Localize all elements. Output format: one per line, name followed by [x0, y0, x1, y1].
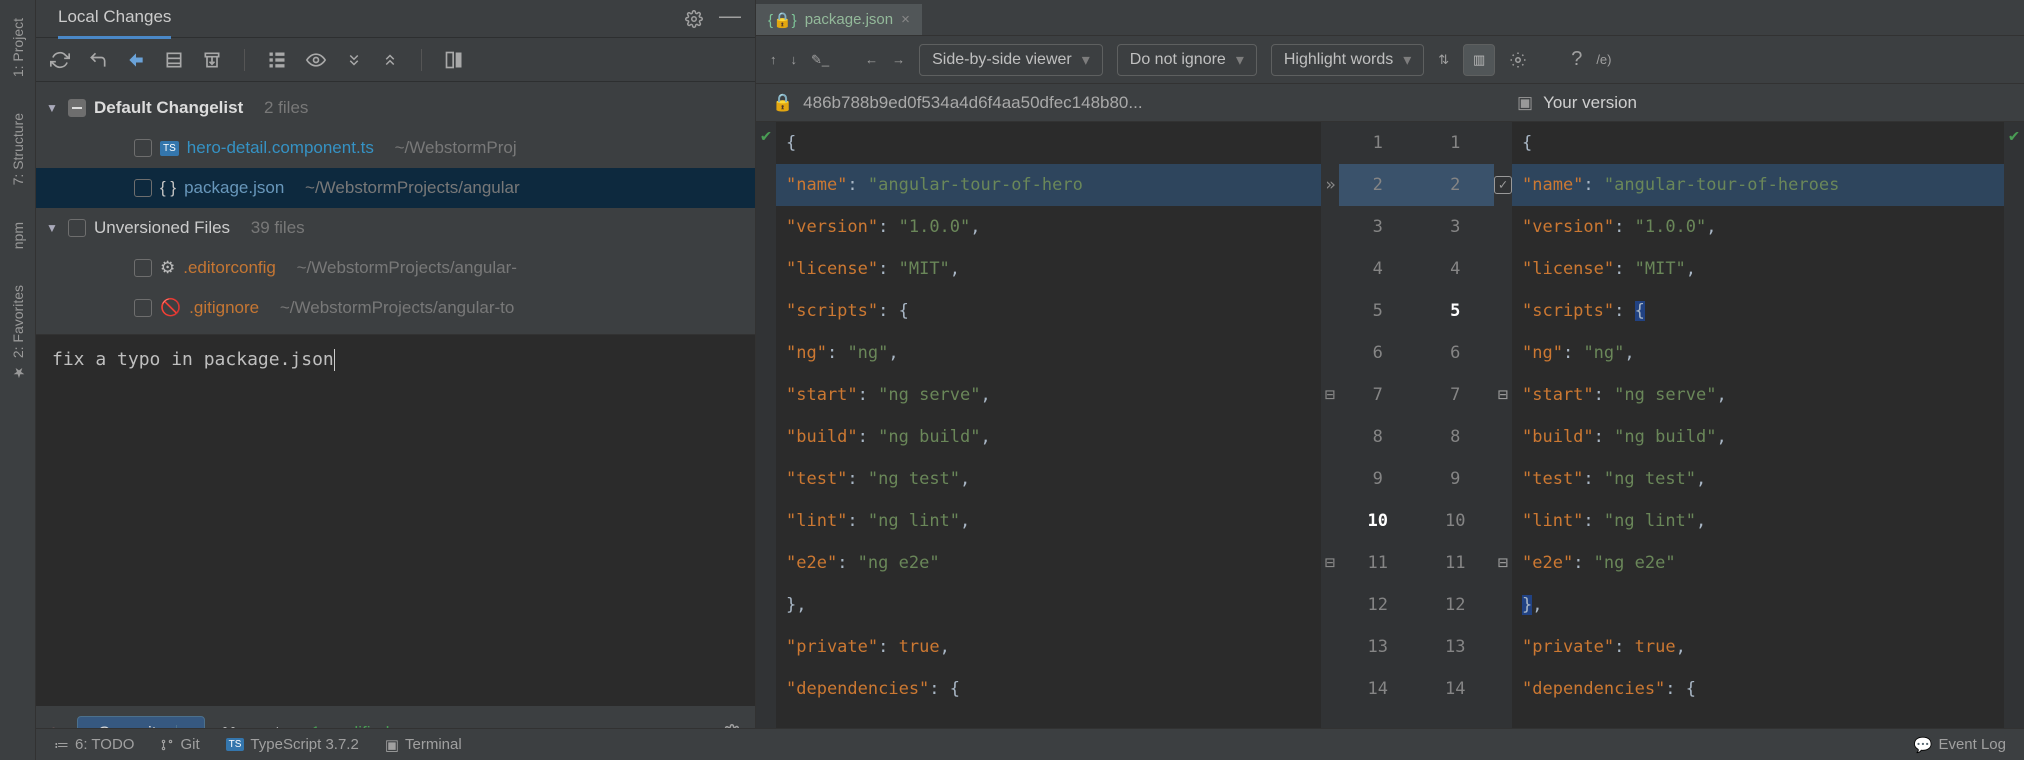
view-icon[interactable] [305, 50, 327, 70]
ignore-file-icon: 🚫 [160, 298, 181, 318]
fold-marker-icon[interactable]: ⊟ [1494, 374, 1512, 416]
vcs-tab-local-changes[interactable]: Local Changes [58, 0, 171, 39]
viewer-mode-select[interactable]: Side-by-side viewer▾ [919, 44, 1103, 76]
tree-file-hero-detail[interactable]: TS hero-detail.component.ts ~/WebstormPr… [36, 128, 755, 168]
expand-icon[interactable] [345, 51, 363, 69]
editor-tabs: {🔒} package.json × [756, 0, 2024, 36]
rollback-icon[interactable] [88, 50, 108, 70]
diff-header-left: 🔒 486b788b9ed0f534a4d6f4aa50dfec148b80..… [756, 84, 1501, 121]
left-inspection-strip: ✔ [756, 122, 776, 760]
tab-package-json[interactable]: {🔒} package.json × [756, 3, 922, 35]
edit-source-icon[interactable]: ✎_ [811, 52, 829, 68]
fold-marker-icon[interactable]: ⊟ [1321, 374, 1339, 416]
changelist-icon[interactable] [164, 50, 184, 70]
status-todo[interactable]: ≔ 6: TODO [54, 736, 134, 754]
vcs-header: Local Changes — [36, 0, 755, 38]
tree-file-gitignore[interactable]: 🚫 .gitignore ~/WebstormProjects/angular-… [36, 288, 755, 328]
sync-scroll-icon[interactable]: ▥ [1463, 44, 1495, 76]
vcs-toolbar [36, 38, 755, 82]
settings-icon[interactable] [1509, 51, 1527, 69]
preview-toggle-icon[interactable] [444, 50, 464, 70]
tree-node-unversioned[interactable]: ▼ Unversioned Files 39 files [36, 208, 755, 248]
diff-icon[interactable] [126, 50, 146, 70]
group-icon[interactable] [267, 50, 287, 70]
status-terminal[interactable]: ▣ Terminal [385, 736, 462, 754]
rail-favorites[interactable]: ★ 2: Favorites [10, 277, 26, 388]
checkbox-icon[interactable] [134, 259, 152, 277]
commit-message-input[interactable]: fix a typo in package.json [36, 334, 755, 706]
tree-file-editorconfig[interactable]: ⚙ .editorconfig ~/WebstormProjects/angul… [36, 248, 755, 288]
diff-body: ✔ { "name": "angular-tour-of-hero "versi… [756, 122, 2024, 760]
right-inspection-strip: ✔ [2004, 122, 2024, 760]
rail-npm[interactable]: npm [10, 214, 26, 257]
diff-left-code[interactable]: { "name": "angular-tour-of-hero "version… [776, 122, 1321, 760]
tree-file-package-json[interactable]: { } package.json ~/WebstormProjects/angu… [36, 168, 755, 208]
collapse-unchanged-icon[interactable]: ⇅ [1438, 52, 1449, 68]
prev-diff-icon[interactable]: ↑ [770, 52, 777, 67]
fold-marker-icon[interactable]: ⊟ [1321, 542, 1339, 584]
help-icon[interactable]: ? [1571, 48, 1582, 71]
refresh-icon[interactable] [50, 50, 70, 70]
tree-node-default-changelist[interactable]: ▼ Default Changelist 2 files [36, 88, 755, 128]
diff-header-right: ▣ Your version [1501, 84, 2024, 121]
ts-file-icon: TS [160, 141, 179, 156]
left-tool-rail: 1: Project 7: Structure npm ★ 2: Favorit… [0, 0, 36, 760]
fold-marker-icon[interactable]: ⊟ [1494, 542, 1512, 584]
checkbox-icon[interactable] [134, 139, 152, 157]
revert-change-icon[interactable]: ✓ [1494, 176, 1512, 194]
apply-right-icon[interactable]: » [1325, 175, 1334, 195]
collapse-icon[interactable] [381, 51, 399, 69]
status-git[interactable]: Git [160, 736, 199, 753]
vcs-tree: ▼ Default Changelist 2 files TS hero-det… [36, 82, 755, 334]
checkbox-icon[interactable] [68, 219, 86, 237]
ok-status-icon: ✔ [761, 126, 771, 146]
left-fold-strip: » ⊟ ⊟ [1321, 122, 1339, 760]
rail-structure[interactable]: 7: Structure [10, 105, 26, 193]
help-suffix-label: /e) [1596, 52, 1611, 67]
checkbox-partial-icon[interactable] [68, 99, 86, 117]
gear-file-icon: ⚙ [160, 258, 175, 278]
shelf-icon[interactable] [202, 50, 222, 70]
diff-center-gutter: 1 2 3 4 5 6 7 8 9 10 11 12 13 14 1 2 3 4… [1339, 122, 1494, 760]
diff-toolbar: ↑ ↓ ✎_ ← → Side-by-side viewer▾ Do not i… [756, 36, 2024, 84]
close-tab-icon[interactable]: × [901, 11, 910, 28]
status-typescript[interactable]: TS TypeScript 3.7.2 [226, 736, 359, 753]
back-icon[interactable]: ← [865, 52, 878, 67]
editor-pane: {🔒} package.json × ↑ ↓ ✎_ ← → Side-by-si… [756, 0, 2024, 760]
diff-header: 🔒 486b788b9ed0f534a4d6f4aa50dfec148b80..… [756, 84, 2024, 122]
highlight-select[interactable]: Highlight words▾ [1271, 44, 1424, 76]
revert-strip: ✓ ⊟ ⊟ [1494, 122, 1512, 760]
forward-icon[interactable]: → [892, 52, 905, 67]
lock-icon: 🔒 [772, 93, 793, 113]
ok-status-icon: ✔ [2009, 126, 2019, 146]
whitespace-select[interactable]: Do not ignore▾ [1117, 44, 1257, 76]
checkbox-icon[interactable] [134, 179, 152, 197]
status-bar: ≔ 6: TODO Git TS TypeScript 3.7.2 ▣ Term… [36, 728, 2024, 760]
status-event-log[interactable]: 💬 Event Log [1914, 736, 2006, 754]
diff-right-code[interactable]: { "name": "angular-tour-of-heroes "versi… [1512, 122, 2004, 760]
next-diff-icon[interactable]: ↓ [791, 52, 798, 67]
settings-icon[interactable] [685, 10, 703, 28]
minimize-icon[interactable]: — [719, 10, 741, 28]
checkbox-icon[interactable] [134, 299, 152, 317]
json-file-icon: { } [160, 178, 176, 198]
rail-project[interactable]: 1: Project [10, 10, 26, 85]
vcs-panel: Local Changes — ▼ Default Changelist 2 f… [36, 0, 756, 760]
json-lock-icon: {🔒} [768, 11, 797, 29]
readonly-status-icon: ▣ [1517, 93, 1533, 113]
